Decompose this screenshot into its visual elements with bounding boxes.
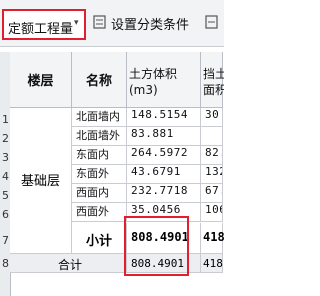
header-volume[interactable]: 土方体积(m3): [127, 52, 201, 108]
toolbar: 定额工程量 ▾ 设置分类条件: [0, 0, 224, 47]
cell-name[interactable]: 北面墙内: [72, 108, 127, 127]
subtotal-backfill-cell[interactable]: 418.5: [201, 223, 224, 254]
set-category-conditions-button[interactable]: 设置分类条件: [111, 14, 189, 33]
cell-backfill[interactable]: 67.: [201, 184, 223, 203]
cell-volume[interactable]: 43.6791: [127, 165, 201, 184]
cell-name[interactable]: 东面外: [72, 165, 127, 184]
cell-backfill[interactable]: 106: [201, 203, 223, 222]
cell-backfill[interactable]: 82.: [201, 146, 223, 165]
quantity-table: 1 2 3 4 5 6 7 8 楼层 名称 土方体积(m3) 挡土板面积( 基础…: [0, 52, 224, 296]
cell-backfill[interactable]: [201, 127, 223, 146]
filter-settings-icon[interactable]: [93, 15, 106, 29]
row-number: 4: [2, 170, 9, 183]
cell-name[interactable]: 东面内: [72, 146, 127, 165]
cell-name[interactable]: 西面内: [72, 184, 127, 203]
total-backfill-cell[interactable]: 418.: [201, 254, 224, 273]
row-number: 7: [2, 234, 9, 247]
cell-name[interactable]: 西面外: [72, 203, 127, 222]
cell-backfill[interactable]: 30: [201, 108, 223, 127]
header-name[interactable]: 名称: [72, 52, 127, 108]
row-number: 3: [2, 151, 9, 164]
row-number: 6: [2, 208, 9, 221]
cell-volume[interactable]: 148.5154: [127, 108, 201, 127]
header-floor[interactable]: 楼层: [10, 52, 72, 108]
dropdown-label: 定额工程量: [8, 22, 74, 37]
total-label-cell[interactable]: 合计: [10, 254, 127, 273]
cell-name[interactable]: 北面墙外: [72, 127, 127, 146]
subtotal-label-cell[interactable]: 小计: [72, 223, 127, 254]
cell-volume[interactable]: 232.7718: [127, 184, 201, 203]
highlight-box: [124, 216, 189, 276]
select-icon[interactable]: [205, 15, 218, 29]
row-number: 1: [2, 113, 9, 126]
header-backfill[interactable]: 挡土板面积(: [201, 52, 224, 108]
cell-volume[interactable]: 264.5972: [127, 146, 201, 165]
cell-volume[interactable]: 83.881: [127, 127, 201, 146]
row-number: 5: [2, 189, 9, 202]
row-number: 8: [2, 257, 9, 270]
cell-backfill[interactable]: 132: [201, 165, 223, 184]
quantity-type-dropdown[interactable]: 定额工程量 ▾: [2, 9, 86, 40]
row-number: 2: [2, 132, 9, 145]
chevron-down-icon: ▾: [74, 18, 79, 28]
floor-merged-cell[interactable]: 基础层: [10, 108, 72, 254]
